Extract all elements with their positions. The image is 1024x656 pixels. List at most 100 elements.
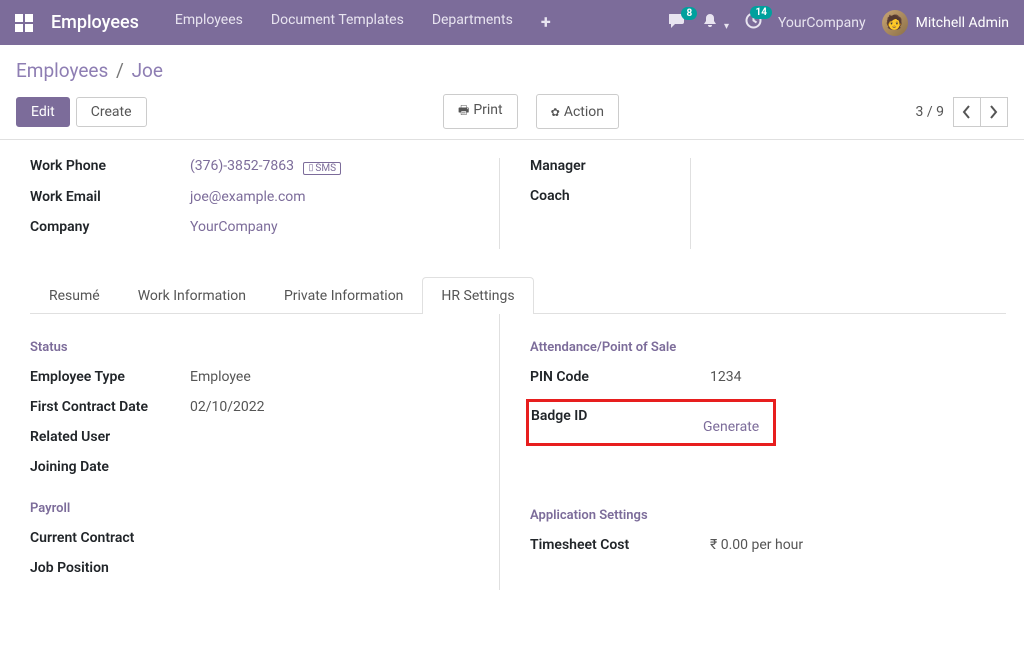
user-name: Mitchell Admin	[916, 15, 1009, 31]
field-related-user: Related User	[30, 429, 499, 445]
company-link[interactable]: YourCompany	[190, 219, 278, 235]
breadcrumb-separator: /	[116, 59, 124, 82]
form-content: Work Phone (376)-3852-7863 SMS Work Emai…	[0, 140, 1024, 630]
top-navbar: Employees Employees Document Templates D…	[0, 0, 1024, 45]
top-right-col: Manager Coach	[500, 158, 691, 249]
nav-menu-employees[interactable]: Employees	[175, 12, 243, 33]
toolbar: Edit Create Print Action 3 / 9	[16, 94, 1008, 129]
badge-id-label: Badge ID	[531, 408, 689, 435]
breadcrumb-current: Joe	[132, 59, 163, 82]
manager-label: Manager	[530, 158, 690, 174]
pager-arrows	[954, 97, 1008, 127]
avatar: 🧑	[882, 10, 908, 36]
section-status: Status Employee Type Employee First Cont…	[30, 340, 499, 475]
print-button[interactable]: Print	[443, 94, 518, 129]
generate-button[interactable]: Generate	[703, 419, 759, 435]
field-employee-type: Employee Type Employee	[30, 369, 499, 385]
hr-right-col: Attendance/Point of Sale PIN Code 1234 B…	[500, 314, 1006, 590]
field-company: Company YourCompany	[30, 219, 499, 235]
toolbar-area: Employees / Joe Edit Create Print Action…	[0, 45, 1024, 139]
field-first-contract: First Contract Date 02/10/2022	[30, 399, 499, 415]
action-button[interactable]: Action	[536, 94, 619, 129]
chat-button[interactable]: 8	[669, 13, 687, 33]
coach-label: Coach	[530, 188, 690, 204]
company-label: Company	[30, 219, 190, 235]
print-icon	[458, 102, 473, 118]
job-position-label: Job Position	[30, 560, 190, 576]
activity-badge: 14	[750, 6, 771, 19]
field-current-contract: Current Contract	[30, 530, 499, 546]
section-payroll: Payroll Current Contract Job Position	[30, 501, 499, 576]
pager: 3 / 9	[916, 97, 1008, 127]
content-scroll[interactable]: Work Phone (376)-3852-7863 SMS Work Emai…	[0, 139, 1024, 656]
nav-menu-departments[interactable]: Departments	[432, 12, 513, 33]
field-pin-code: PIN Code 1234	[530, 369, 1006, 385]
nav-right: 8 ▾ 14 YourCompany 🧑 Mitchell Admin	[669, 10, 1009, 36]
field-job-position: Job Position	[30, 560, 499, 576]
status-heading: Status	[30, 340, 499, 355]
work-phone-label: Work Phone	[30, 158, 190, 174]
nav-menu-document-templates[interactable]: Document Templates	[271, 12, 404, 33]
action-label: Action	[564, 104, 604, 120]
chevron-left-icon	[962, 105, 971, 119]
gear-icon	[551, 104, 564, 120]
pin-code-value: 1234	[710, 369, 741, 385]
employee-type-label: Employee Type	[30, 369, 190, 385]
field-work-phone: Work Phone (376)-3852-7863 SMS	[30, 158, 499, 175]
sms-button[interactable]: SMS	[303, 162, 341, 175]
timesheet-cost-label: Timesheet Cost	[530, 537, 710, 553]
breadcrumb: Employees / Joe	[16, 59, 1008, 82]
badge-id-value-area: Generate	[703, 408, 759, 435]
work-email-label: Work Email	[30, 189, 190, 205]
top-fields: Work Phone (376)-3852-7863 SMS Work Emai…	[30, 158, 1006, 249]
chevron-down-icon: ▾	[724, 21, 729, 32]
timesheet-cost-value: ₹ 0.00 per hour	[710, 537, 803, 553]
top-left-col: Work Phone (376)-3852-7863 SMS Work Emai…	[30, 158, 500, 249]
pager-prev-button[interactable]	[953, 97, 981, 127]
apps-icon[interactable]	[15, 14, 33, 32]
work-phone-value: (376)-3852-7863 SMS	[190, 158, 341, 175]
brand-title: Employees	[51, 12, 139, 33]
center-buttons: Print Action	[443, 94, 619, 129]
print-label: Print	[473, 102, 502, 118]
field-coach: Coach	[530, 188, 690, 204]
company-selector[interactable]: YourCompany	[778, 15, 866, 31]
field-timesheet-cost: Timesheet Cost ₹ 0.00 per hour	[530, 537, 1006, 553]
first-contract-value: 02/10/2022	[190, 399, 265, 415]
breadcrumb-parent[interactable]: Employees	[16, 59, 108, 82]
section-attendance: Attendance/Point of Sale PIN Code 1234 B…	[530, 340, 1006, 446]
current-contract-label: Current Contract	[30, 530, 190, 546]
user-menu[interactable]: 🧑 Mitchell Admin	[882, 10, 1009, 36]
tab-private-information[interactable]: Private Information	[265, 277, 422, 314]
pager-next-button[interactable]	[980, 97, 1008, 127]
field-badge-id-highlight: Badge ID Generate	[526, 399, 776, 446]
tabs: Resumé Work Information Private Informat…	[30, 277, 1006, 314]
bell-icon	[703, 15, 721, 33]
first-contract-label: First Contract Date	[30, 399, 190, 415]
tab-hr-settings[interactable]: HR Settings	[422, 277, 533, 314]
work-phone-link[interactable]: (376)-3852-7863	[190, 158, 294, 174]
tab-work-information[interactable]: Work Information	[119, 277, 265, 314]
employee-type-value: Employee	[190, 369, 251, 385]
work-email-link[interactable]: joe@example.com	[190, 189, 306, 205]
pager-text: 3 / 9	[916, 104, 944, 120]
tab-resume[interactable]: Resumé	[30, 277, 119, 314]
related-user-label: Related User	[30, 429, 190, 445]
nav-menu: Employees Document Templates Departments…	[175, 12, 551, 33]
appsettings-heading: Application Settings	[530, 508, 1006, 523]
attendance-heading: Attendance/Point of Sale	[530, 340, 1006, 355]
edit-button[interactable]: Edit	[16, 97, 70, 127]
field-manager: Manager	[530, 158, 690, 174]
nav-left: Employees Employees Document Templates D…	[15, 12, 551, 33]
pin-code-label: PIN Code	[530, 369, 710, 385]
chat-badge: 8	[681, 7, 697, 20]
hr-settings-body: Status Employee Type Employee First Cont…	[30, 314, 1006, 590]
notifications-button[interactable]: ▾	[703, 13, 729, 33]
chevron-right-icon	[989, 105, 998, 119]
payroll-heading: Payroll	[30, 501, 499, 516]
activities-button[interactable]: 14	[745, 12, 762, 33]
create-button[interactable]: Create	[76, 97, 147, 127]
field-joining-date: Joining Date	[30, 459, 499, 475]
plus-icon[interactable]: +	[541, 12, 551, 33]
section-app-settings: Application Settings Timesheet Cost ₹ 0.…	[530, 508, 1006, 553]
